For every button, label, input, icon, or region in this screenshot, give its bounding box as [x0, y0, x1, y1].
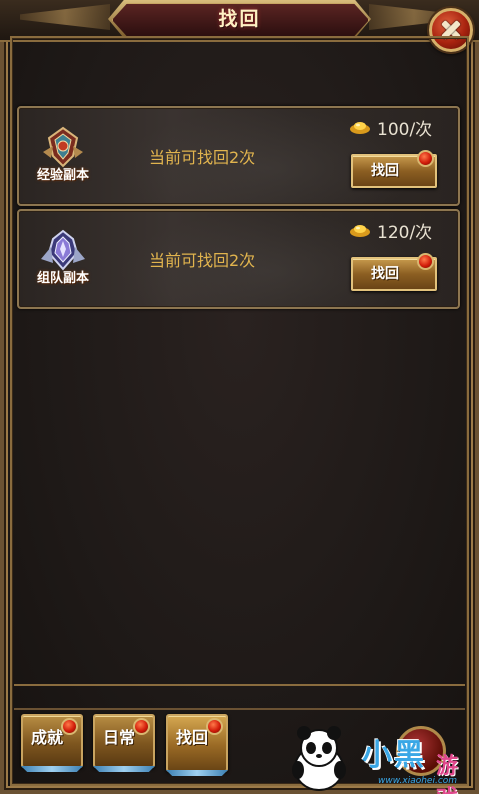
tab-base-ornament: [21, 766, 83, 772]
panda-mascot-icon: [292, 726, 346, 791]
entry-cost: 100/次: [349, 116, 433, 140]
retrieve-entry: 组队副本 当前可找回2次 120/次 找回: [17, 209, 460, 309]
notification-dot-icon: [417, 150, 434, 167]
tab-label: 日常: [103, 728, 136, 747]
tab-base-ornament: [166, 770, 228, 776]
tab-base-ornament: [93, 766, 155, 772]
entry-icon-label: 经验副本: [36, 168, 89, 183]
retrieve-button-label: 找回: [371, 266, 399, 282]
watermark: 小黑 游戏 www.xiaohei.com: [286, 718, 476, 794]
bottom-divider: [14, 708, 465, 710]
notification-dot-icon: [61, 718, 78, 735]
retrieve-button-label: 找回: [371, 163, 399, 179]
tab-label: 成就: [31, 728, 64, 747]
gold-ingot-icon: [350, 225, 370, 237]
dialog-title: 找回: [218, 8, 261, 30]
watermark-logo-text: 小黑: [362, 738, 426, 773]
watermark-url: www.xiaohei.com: [378, 776, 458, 786]
entry-cost-value: 100/次: [377, 119, 433, 140]
retrieve-entry: 经验副本 当前可找回2次 100/次 找回: [17, 106, 460, 206]
entry-cost-value: 120/次: [377, 222, 433, 243]
entry-cost: 120/次: [349, 219, 433, 243]
tab-label: 找回: [176, 728, 209, 747]
notification-dot-icon: [417, 253, 434, 270]
entry-icon-label: 组队副本: [36, 271, 89, 286]
gold-ingot-icon: [350, 122, 370, 134]
notification-dot-icon: [206, 718, 223, 735]
retrieve-window: 找回 经验副本 当前可找回2次 100/次 找回 组队副本 当前可找回2次 12…: [0, 0, 479, 794]
entry-description: 当前可找回2次: [149, 251, 256, 270]
tab-daily[interactable]: 日常: [93, 714, 155, 772]
bottom-divider: [14, 684, 465, 686]
watermark-logo-text: 游戏: [436, 754, 459, 794]
tab-retrieve[interactable]: 找回: [166, 714, 228, 776]
notification-dot-icon: [133, 718, 150, 735]
title-ornament-left: [20, 4, 110, 30]
entry-description: 当前可找回2次: [149, 148, 256, 167]
tab-achievement[interactable]: 成就: [21, 714, 83, 772]
